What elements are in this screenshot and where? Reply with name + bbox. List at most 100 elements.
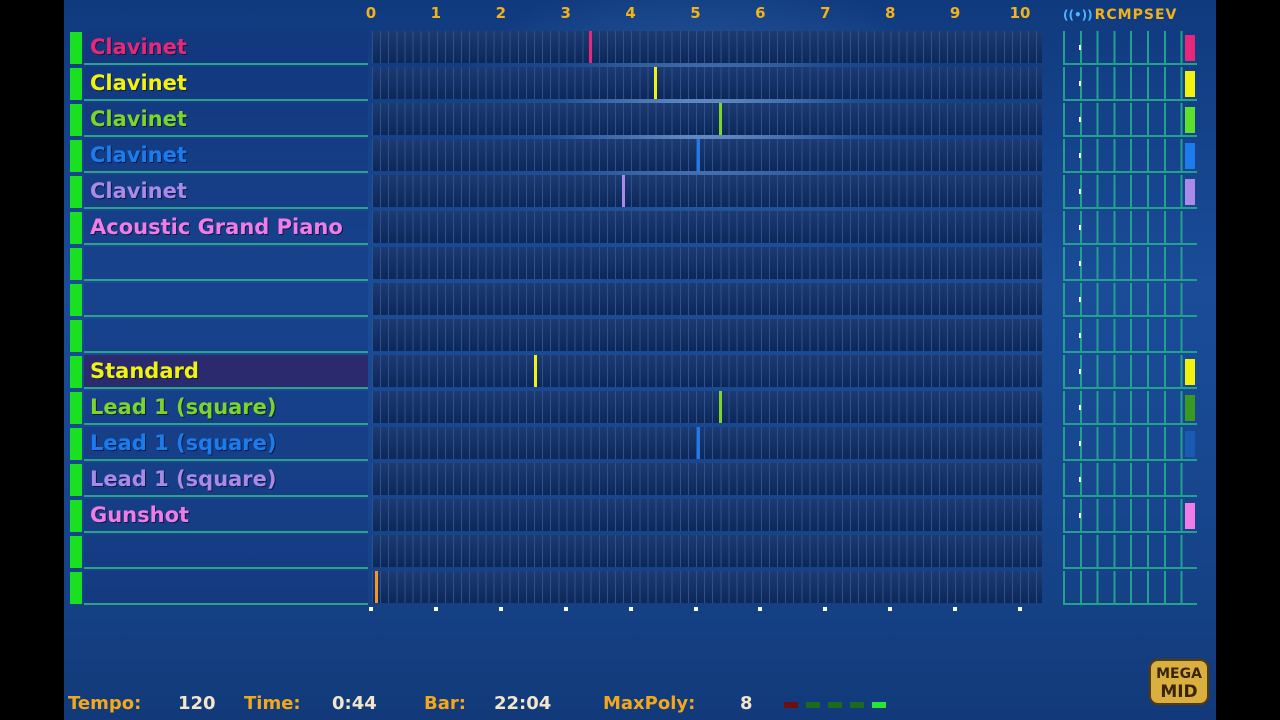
track-lane[interactable] <box>372 391 1042 423</box>
track-row[interactable] <box>68 534 1198 570</box>
track-row[interactable] <box>68 318 1198 354</box>
track-lane[interactable] <box>372 571 1042 603</box>
mixer-row[interactable] <box>1063 463 1197 497</box>
track-row[interactable]: Clavinet <box>68 102 1198 138</box>
track-name: Clavinet <box>90 143 187 167</box>
svg-text:MID: MID <box>1160 682 1197 702</box>
mixer-row[interactable] <box>1063 571 1197 605</box>
velocity-meter <box>1185 395 1195 421</box>
mixer-row[interactable] <box>1063 67 1197 101</box>
track-name-box[interactable] <box>84 247 368 281</box>
maxpoly-value: 8 <box>740 693 753 714</box>
mixer-tick <box>1079 441 1081 446</box>
track-lane[interactable] <box>372 499 1042 531</box>
track-row[interactable]: Lead 1 (square) <box>68 462 1198 498</box>
polyphony-led <box>850 702 864 708</box>
track-name-box[interactable]: Clavinet <box>84 31 368 65</box>
mixer-row[interactable] <box>1063 31 1197 65</box>
mixer-tick <box>1079 225 1081 230</box>
track-row[interactable] <box>68 246 1198 282</box>
track-mute-toggle[interactable] <box>70 176 82 208</box>
track-mute-toggle[interactable] <box>70 428 82 460</box>
track-lane[interactable] <box>372 103 1042 135</box>
track-row[interactable]: Gunshot <box>68 498 1198 534</box>
track-mute-toggle[interactable] <box>70 32 82 64</box>
track-name-box[interactable]: Clavinet <box>84 67 368 101</box>
velocity-meter <box>1185 179 1195 205</box>
mixer-row[interactable] <box>1063 535 1197 569</box>
track-lane[interactable] <box>372 427 1042 459</box>
mixer-row[interactable] <box>1063 175 1197 209</box>
track-lane[interactable] <box>372 31 1042 63</box>
track-mute-toggle[interactable] <box>70 68 82 100</box>
polyphony-led <box>828 702 842 708</box>
track-name-box[interactable]: Acoustic Grand Piano <box>84 211 368 245</box>
radio-icon[interactable]: ((•)) <box>1063 8 1093 22</box>
track-lane[interactable] <box>372 67 1042 99</box>
track-lane[interactable] <box>372 463 1042 495</box>
track-name-box[interactable] <box>84 571 368 605</box>
mixer-tick <box>1079 81 1081 86</box>
track-row[interactable]: Standard <box>68 354 1198 390</box>
track-name-box[interactable]: Gunshot <box>84 499 368 533</box>
track-row[interactable]: Clavinet <box>68 138 1198 174</box>
mixer-row[interactable] <box>1063 103 1197 137</box>
note-marker <box>534 355 538 387</box>
track-name-box[interactable]: Lead 1 (square) <box>84 427 368 461</box>
track-mute-toggle[interactable] <box>70 500 82 532</box>
mixer-row[interactable] <box>1063 499 1197 533</box>
polyphony-led <box>806 702 820 708</box>
mixer-row[interactable] <box>1063 247 1197 281</box>
track-lane[interactable] <box>372 319 1042 351</box>
track-row[interactable]: Clavinet <box>68 30 1198 66</box>
mixer-row[interactable] <box>1063 283 1197 317</box>
track-mute-toggle[interactable] <box>70 572 82 604</box>
track-lane[interactable] <box>372 247 1042 279</box>
note-marker <box>696 139 700 171</box>
track-mute-toggle[interactable] <box>70 104 82 136</box>
track-name-box[interactable] <box>84 535 368 569</box>
track-name-box[interactable] <box>84 283 368 317</box>
track-mute-toggle[interactable] <box>70 392 82 424</box>
track-name-box[interactable]: Standard <box>84 355 368 389</box>
ruler-tick <box>369 607 373 611</box>
track-lane[interactable] <box>372 283 1042 315</box>
track-row[interactable]: Acoustic Grand Piano <box>68 210 1198 246</box>
track-mute-toggle[interactable] <box>70 140 82 172</box>
mixer-row[interactable] <box>1063 427 1197 461</box>
track-name-box[interactable]: Lead 1 (square) <box>84 391 368 425</box>
track-mute-toggle[interactable] <box>70 536 82 568</box>
track-row[interactable]: Clavinet <box>68 66 1198 102</box>
track-row[interactable]: Clavinet <box>68 174 1198 210</box>
track-name: Clavinet <box>90 35 187 59</box>
track-mute-toggle[interactable] <box>70 464 82 496</box>
track-lane[interactable] <box>372 175 1042 207</box>
track-lane[interactable] <box>372 355 1042 387</box>
track-mute-toggle[interactable] <box>70 320 82 352</box>
mixer-row[interactable] <box>1063 391 1197 425</box>
track-mute-toggle[interactable] <box>70 248 82 280</box>
ruler-tick <box>433 607 438 611</box>
track-mute-toggle[interactable] <box>70 212 82 244</box>
mixer-row[interactable] <box>1063 355 1197 389</box>
track-name-box[interactable] <box>84 319 368 353</box>
mixer-row[interactable] <box>1063 139 1197 173</box>
track-lane[interactable] <box>372 139 1042 171</box>
ruler-tick <box>693 607 698 611</box>
track-lane[interactable] <box>372 211 1042 243</box>
track-row[interactable]: Lead 1 (square) <box>68 390 1198 426</box>
track-name-box[interactable]: Clavinet <box>84 175 368 209</box>
track-row[interactable] <box>68 570 1198 606</box>
track-lane[interactable] <box>372 535 1042 567</box>
ruler-label: 1 <box>430 4 442 22</box>
track-mute-toggle[interactable] <box>70 356 82 388</box>
track-name-box[interactable]: Lead 1 (square) <box>84 463 368 497</box>
track-mute-toggle[interactable] <box>70 284 82 316</box>
mixer-row[interactable] <box>1063 319 1197 353</box>
note-marker <box>696 427 700 459</box>
track-name-box[interactable]: Clavinet <box>84 139 368 173</box>
track-name-box[interactable]: Clavinet <box>84 103 368 137</box>
mixer-row[interactable] <box>1063 211 1197 245</box>
track-row[interactable] <box>68 282 1198 318</box>
track-row[interactable]: Lead 1 (square) <box>68 426 1198 462</box>
